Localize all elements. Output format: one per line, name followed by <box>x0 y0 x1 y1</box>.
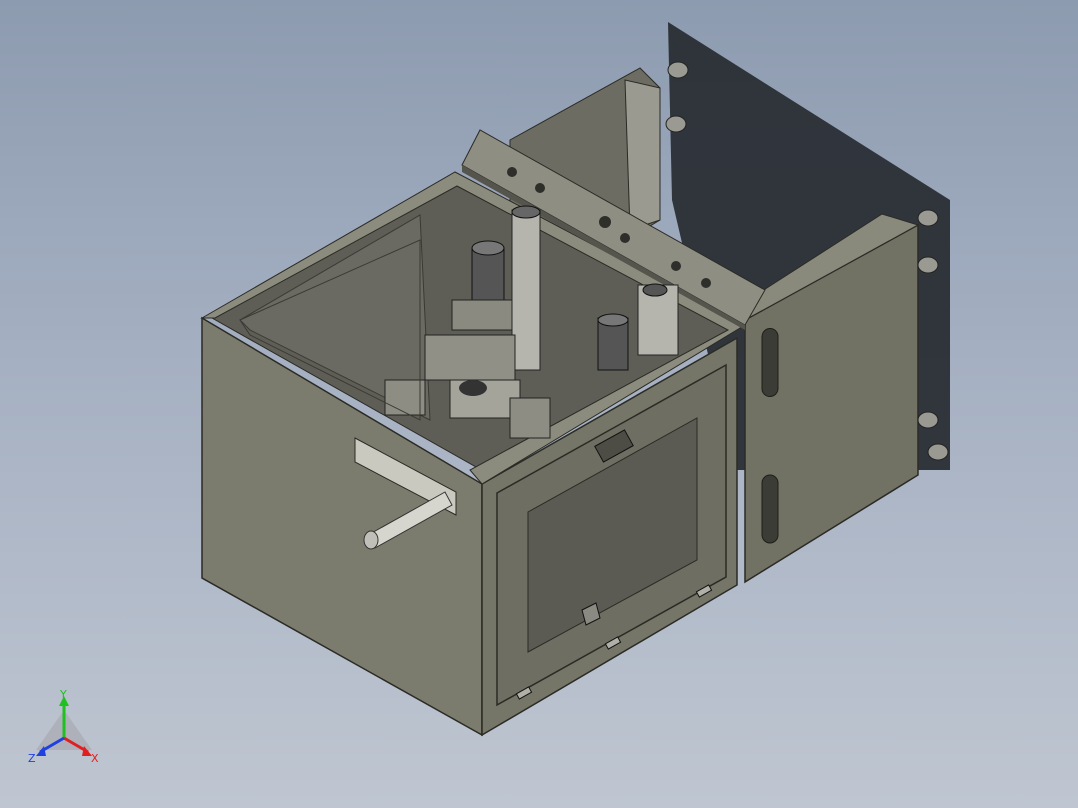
linear-actuator-right <box>637 283 679 356</box>
cabinet-slot-upper <box>761 328 779 398</box>
z-axis-label: Z <box>28 752 36 765</box>
cabinet-slot-lower <box>761 474 779 544</box>
machine-assembly-model[interactable] <box>0 0 1078 808</box>
linear-actuator-left <box>511 205 541 371</box>
spindle-motor-right[interactable] <box>597 313 629 371</box>
axis-triad[interactable]: Y X Z <box>22 690 112 770</box>
x-axis-label: X <box>91 752 99 765</box>
cad-viewport[interactable]: Y X Z <box>0 0 1078 808</box>
y-axis-label: Y <box>59 690 67 701</box>
